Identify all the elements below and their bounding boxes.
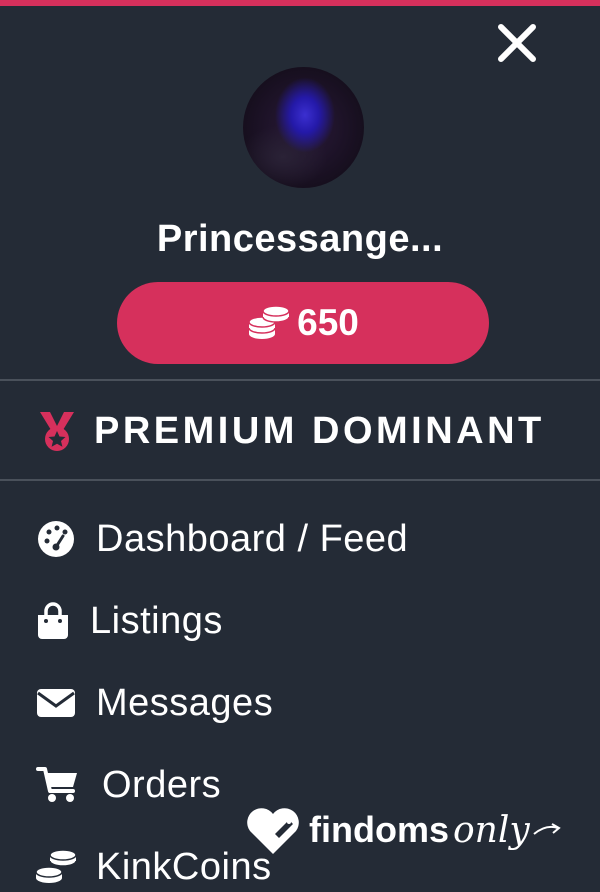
- menu-item-label: Listings: [90, 599, 223, 642]
- membership-rank-label: PREMIUM DOMINANT: [94, 409, 545, 452]
- close-button[interactable]: [496, 22, 538, 64]
- divider: [0, 479, 600, 481]
- dashboard-gauge-icon: [38, 521, 74, 557]
- divider: [0, 379, 600, 381]
- menu-item-kinkcoins[interactable]: KinkCoins: [34, 842, 272, 892]
- coins-icon: [248, 305, 290, 339]
- menu-item-label: Messages: [96, 681, 274, 724]
- brand-watermark: findoms only: [245, 800, 562, 860]
- envelope-icon: [37, 689, 75, 717]
- coin-balance-button[interactable]: 650: [117, 282, 489, 364]
- avatar[interactable]: [243, 67, 364, 188]
- shopping-cart-icon: [36, 767, 77, 802]
- username[interactable]: Princessange...: [0, 218, 600, 261]
- heart-tag-icon: [247, 808, 299, 854]
- close-icon: [498, 24, 536, 62]
- coin-balance-value: 650: [297, 302, 359, 343]
- coins-icon: [35, 849, 77, 883]
- menu-item-dashboard[interactable]: Dashboard / Feed: [34, 514, 408, 564]
- top-accent-stripe: [0, 0, 600, 6]
- menu-item-listings[interactable]: Listings: [34, 596, 223, 646]
- brand-name: findoms: [309, 809, 449, 850]
- arrow-icon: [533, 823, 561, 835]
- membership-rank: PREMIUM DOMINANT: [38, 407, 545, 455]
- brand-name-script: only: [453, 809, 530, 851]
- menu-item-label: Dashboard / Feed: [96, 517, 409, 560]
- medal-icon: [40, 412, 74, 451]
- shopping-bag-icon: [38, 602, 68, 639]
- menu-item-orders[interactable]: Orders: [34, 760, 221, 810]
- menu-item-messages[interactable]: Messages: [34, 678, 273, 728]
- menu-item-label: Orders: [102, 763, 222, 806]
